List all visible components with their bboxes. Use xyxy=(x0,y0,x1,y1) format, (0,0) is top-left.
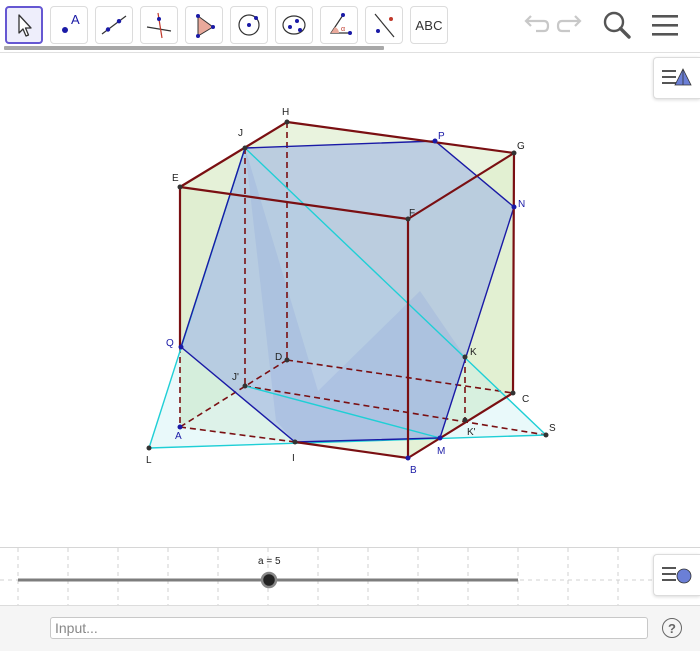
style-bar-icon xyxy=(662,68,692,86)
grid-lines xyxy=(0,548,700,606)
label-M: M xyxy=(437,446,445,457)
point-J-prime[interactable] xyxy=(242,383,248,389)
toolbar-scrollbar[interactable] xyxy=(4,46,384,50)
style-bar-toggle-2[interactable] xyxy=(653,554,700,596)
graphics-view-2[interactable]: a = 5 xyxy=(0,547,700,606)
hamburger-menu-icon xyxy=(652,15,678,36)
help-icon: ? xyxy=(668,620,676,636)
perpendicular-line-tool-icon xyxy=(146,12,172,39)
label-C: C xyxy=(522,394,529,405)
point-G[interactable] xyxy=(511,150,517,156)
label-Q: Q xyxy=(166,338,174,349)
move-tool-icon xyxy=(18,14,32,37)
svg-text:α: α xyxy=(341,26,345,33)
circle-tool-button[interactable] xyxy=(230,6,268,44)
label-N: N xyxy=(518,199,525,210)
move-tool-button[interactable] xyxy=(5,6,43,44)
input-bar: ? xyxy=(0,605,700,651)
label-F: F xyxy=(409,208,415,219)
label-A: A xyxy=(175,431,182,442)
point-tool-button[interactable]: A xyxy=(50,6,88,44)
ellipse-tool-icon xyxy=(282,15,306,35)
label-E: E xyxy=(172,173,179,184)
circle-center-point-tool-icon xyxy=(238,14,260,36)
label-P: P xyxy=(438,131,445,142)
style-bar-icon xyxy=(662,567,692,584)
slider-canvas[interactable]: a = 5 xyxy=(0,548,700,606)
undo-button[interactable] xyxy=(518,8,552,42)
point-C[interactable] xyxy=(510,390,516,396)
algebra-input-field[interactable] xyxy=(50,617,648,639)
perpendicular-line-tool-button[interactable] xyxy=(140,6,178,44)
text-tool-button[interactable]: ABC xyxy=(410,6,448,44)
help-button[interactable]: ? xyxy=(662,618,682,638)
line-tool-icon xyxy=(101,15,127,35)
polygon-tool-button[interactable] xyxy=(185,6,223,44)
ellipse-tool-button[interactable] xyxy=(275,6,313,44)
slider-label: a = 5 xyxy=(258,556,281,567)
label-S: S xyxy=(549,423,556,434)
point-P[interactable] xyxy=(432,138,438,144)
point-E[interactable] xyxy=(177,184,183,190)
redo-icon xyxy=(556,15,582,33)
label-D: D xyxy=(275,352,282,363)
point-D[interactable] xyxy=(284,357,290,363)
label-K: K xyxy=(470,347,477,358)
point-H[interactable] xyxy=(284,119,290,125)
angle-tool-button[interactable]: α xyxy=(320,6,358,44)
label-K-prime: K' xyxy=(467,427,476,438)
label-J-prime: J' xyxy=(232,372,239,383)
point-M[interactable] xyxy=(437,435,443,441)
point-Q[interactable] xyxy=(178,344,184,350)
style-bar-toggle[interactable] xyxy=(653,57,700,99)
label-H: H xyxy=(282,107,289,118)
undo-icon xyxy=(524,15,550,33)
point-N[interactable] xyxy=(511,204,517,210)
menu-button[interactable] xyxy=(648,8,682,42)
slider-knob[interactable] xyxy=(260,571,278,589)
point-B[interactable] xyxy=(405,455,411,461)
point-K-prime[interactable] xyxy=(462,417,468,423)
label-G: G xyxy=(517,141,525,152)
polygon-tool-icon xyxy=(196,14,215,38)
redo-button[interactable] xyxy=(554,8,588,42)
point-A[interactable] xyxy=(177,424,183,430)
label-B: B xyxy=(410,465,417,476)
point-S[interactable] xyxy=(543,432,549,438)
reflect-tool-button[interactable] xyxy=(365,6,403,44)
geometry-canvas[interactable]: H J P G E F N Q D K J' C A K' S L I M B xyxy=(0,53,700,547)
label-L: L xyxy=(146,455,152,466)
point-L[interactable] xyxy=(146,445,152,451)
reflect-tool-icon xyxy=(374,13,395,38)
graphics-view[interactable]: H J P G E F N Q D K J' C A K' S L I M B xyxy=(0,52,700,547)
point-I[interactable] xyxy=(292,439,298,445)
point-K[interactable] xyxy=(462,354,468,360)
point-J[interactable] xyxy=(242,145,248,151)
svg-text:A: A xyxy=(71,12,80,27)
text-tool-icon: ABC xyxy=(415,17,443,33)
search-button[interactable] xyxy=(600,8,634,42)
label-I: I xyxy=(292,453,295,464)
search-icon xyxy=(603,11,631,39)
angle-tool-icon: α xyxy=(329,13,352,35)
line-tool-button[interactable] xyxy=(95,6,133,44)
label-J: J xyxy=(238,128,243,139)
point-tool-icon: A xyxy=(62,12,80,33)
toolbar: A α ABC xyxy=(0,0,700,52)
